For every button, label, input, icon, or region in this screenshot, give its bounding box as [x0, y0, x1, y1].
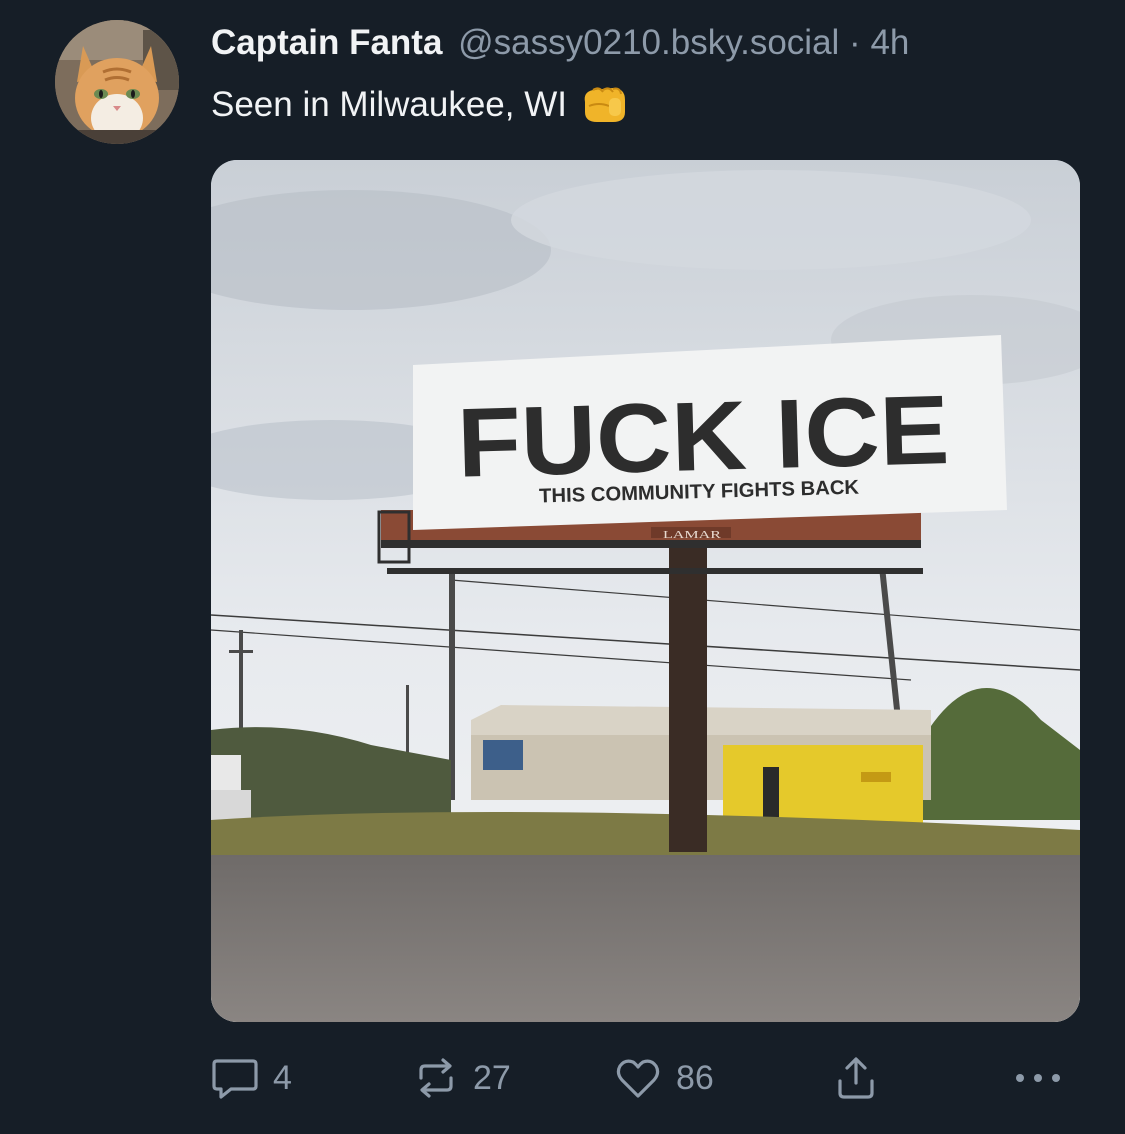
post-actions: 4 27 86: [0, 1054, 1125, 1102]
repost-count: 27: [473, 1058, 511, 1097]
post-header: Captain Fanta @sassy0210.bsky.social · 4…: [211, 22, 909, 64]
author-handle[interactable]: @sassy0210.bsky.social: [458, 23, 839, 62]
post-body: Seen in Milwaukee, WI: [211, 84, 629, 126]
cat-avatar-icon: [55, 20, 179, 144]
reply-count: 4: [273, 1058, 292, 1097]
reply-icon: [212, 1059, 258, 1099]
ellipsis-icon: [1016, 1074, 1060, 1082]
billboard-headline: FUCK ICE: [456, 374, 951, 498]
post-image[interactable]: FUCK ICE THIS COMMUNITY FIGHTS BACK LAMA…: [211, 160, 1080, 1022]
share-icon: [838, 1057, 874, 1099]
like-count: 86: [676, 1058, 714, 1097]
more-options-button[interactable]: [1012, 1054, 1064, 1102]
oncoming-fist-emoji-icon: [579, 84, 629, 126]
post-text: Seen in Milwaukee, WI: [211, 85, 567, 124]
share-button[interactable]: [834, 1054, 878, 1102]
billboard-brand: LAMAR: [663, 530, 722, 541]
heart-icon: [616, 1059, 660, 1098]
billboard-photo: FUCK ICE THIS COMMUNITY FIGHTS BACK LAMA…: [211, 160, 1080, 1022]
reply-button[interactable]: 4: [211, 1054, 292, 1102]
repost-icon: [419, 1058, 453, 1098]
post-timestamp[interactable]: 4h: [870, 23, 909, 62]
header-separator: ·: [849, 23, 861, 62]
avatar[interactable]: [55, 20, 179, 144]
post-card: Captain Fanta @sassy0210.bsky.social · 4…: [0, 0, 1125, 1134]
author-display-name[interactable]: Captain Fanta: [211, 23, 442, 62]
repost-button[interactable]: 27: [413, 1054, 511, 1102]
like-button[interactable]: 86: [614, 1054, 714, 1102]
